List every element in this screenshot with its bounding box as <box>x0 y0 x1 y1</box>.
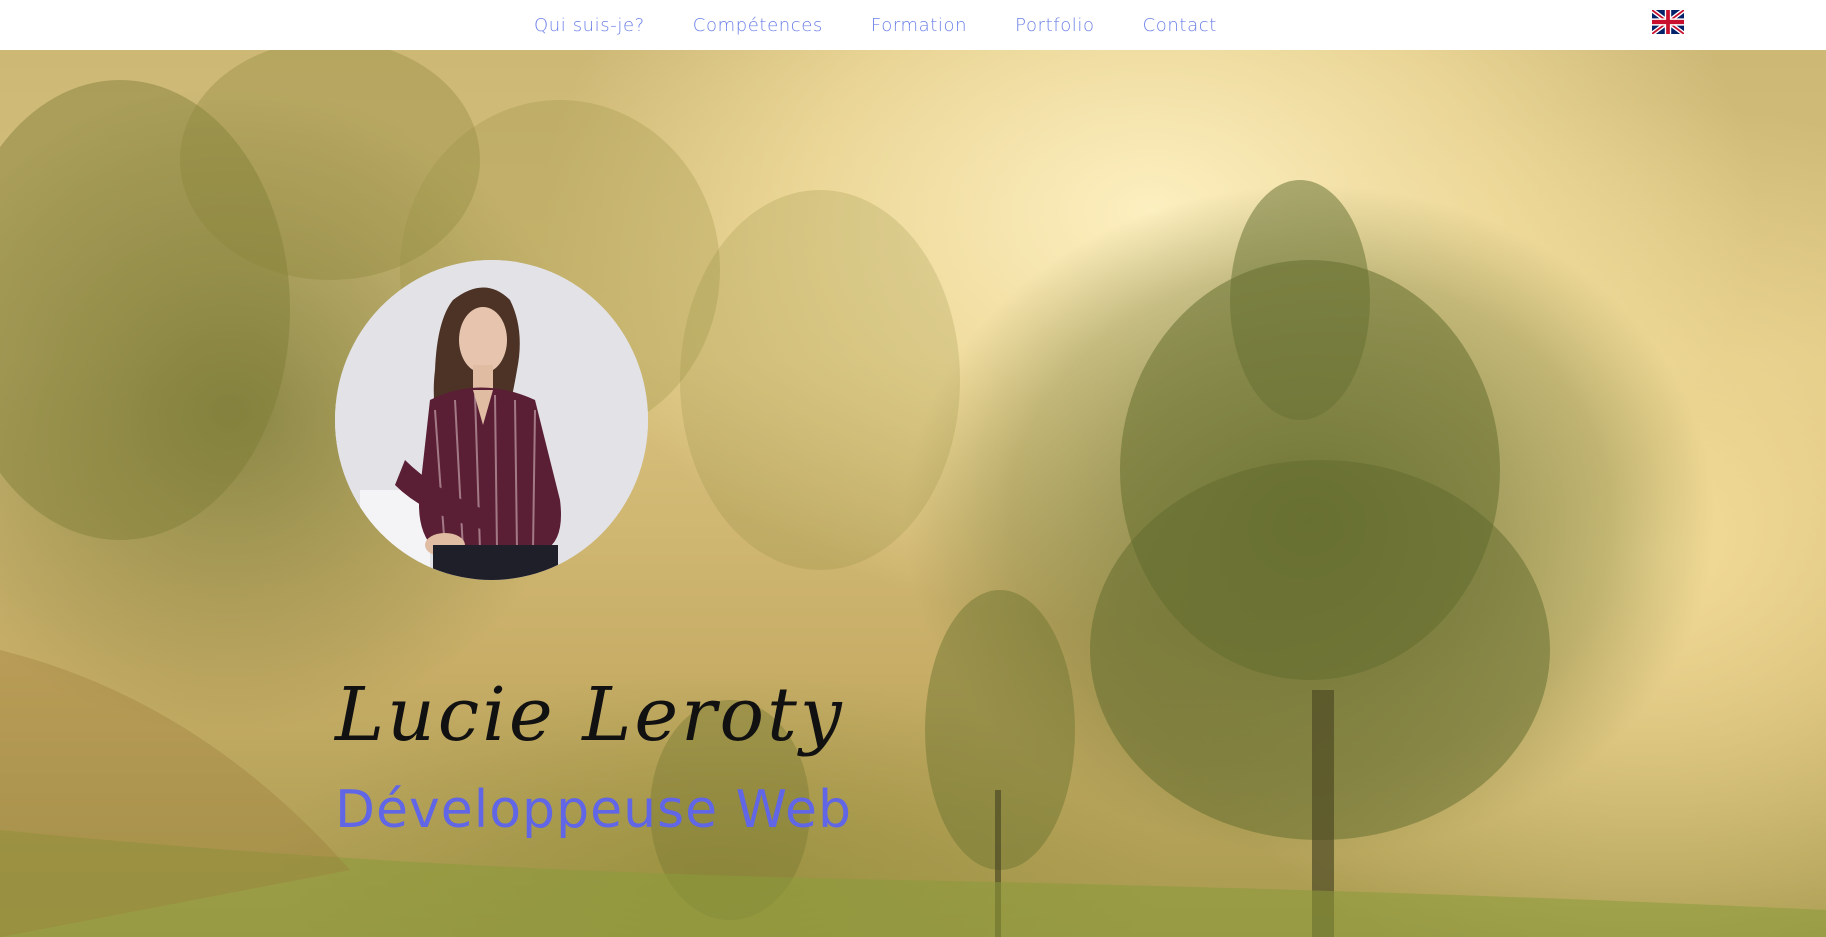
hero-section: Lucie Leroty Développeuse Web <box>0 50 1826 937</box>
nav-menu: Qui suis-je? Compétences Formation Portf… <box>534 0 1217 50</box>
woman-portrait-image <box>335 260 648 580</box>
profile-photo <box>335 260 648 580</box>
nav-link-contact[interactable]: Contact <box>1143 15 1217 36</box>
person-name: Lucie Leroty <box>335 672 845 758</box>
nav-link-formation[interactable]: Formation <box>871 15 967 36</box>
job-title: Développeuse Web <box>335 780 853 840</box>
nav-link-portfolio[interactable]: Portfolio <box>1015 15 1094 36</box>
forest-background-image <box>0 50 1826 937</box>
nav-link-qui-suis-je[interactable]: Qui suis-je? <box>534 15 645 36</box>
top-navigation-bar: Qui suis-je? Compétences Formation Portf… <box>0 0 1826 50</box>
uk-flag-icon[interactable] <box>1652 10 1684 34</box>
nav-link-competences[interactable]: Compétences <box>693 15 823 36</box>
